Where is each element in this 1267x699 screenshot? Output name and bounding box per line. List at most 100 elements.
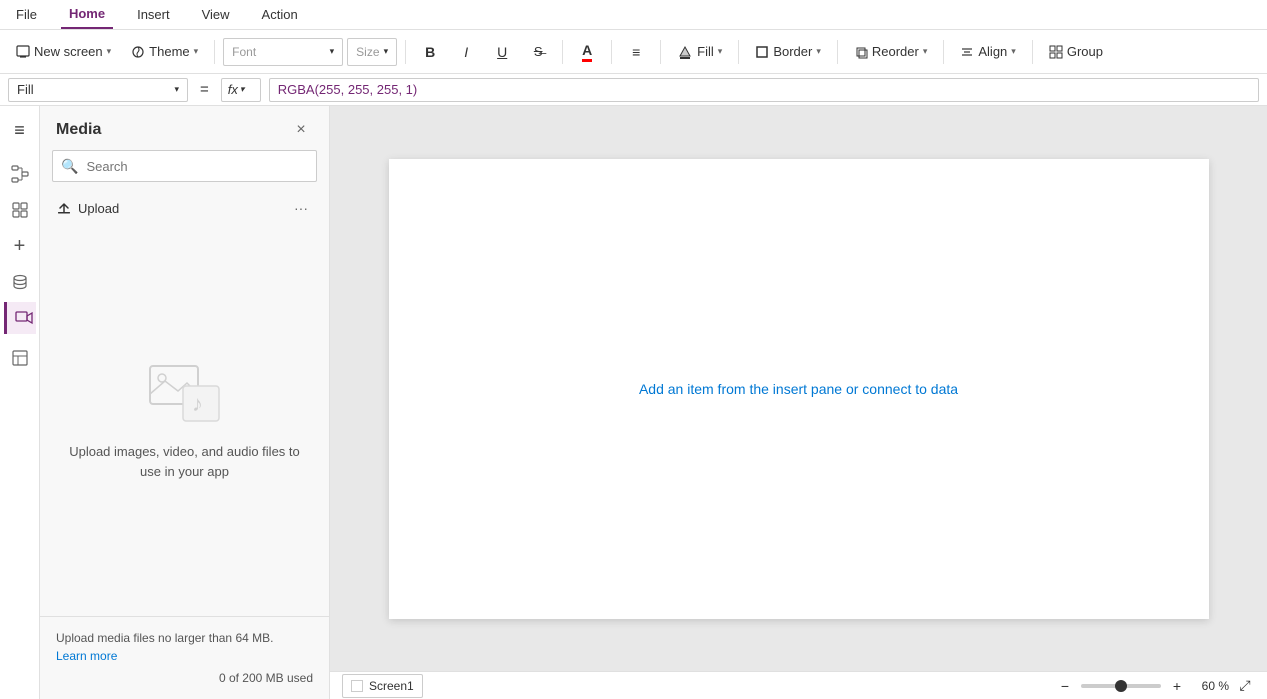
media-empty-area: ♪ Upload images, video, and audio files …: [40, 226, 329, 616]
property-selector-chevron: ▾: [174, 84, 179, 95]
reorder-chevron: ▾: [923, 46, 928, 57]
italic-button[interactable]: I: [450, 36, 482, 68]
group-button[interactable]: Group: [1041, 36, 1111, 68]
new-screen-label: New screen: [34, 44, 103, 59]
font-size-chevron: ▾: [384, 46, 389, 57]
zoom-level: 60 %: [1193, 679, 1229, 693]
new-screen-button[interactable]: New screen ▾: [8, 36, 119, 68]
toolbar-separator-9: [1032, 40, 1033, 64]
font-color-button[interactable]: A: [571, 36, 603, 68]
align-btn-chevron: ▾: [1011, 46, 1016, 57]
formula-bar: Fill ▾ = fx ▾: [0, 74, 1267, 106]
search-icon: 🔍: [61, 158, 78, 175]
reorder-button[interactable]: Reorder ▾: [846, 36, 936, 68]
menu-file[interactable]: File: [8, 0, 45, 29]
media-search-bar: 🔍: [52, 150, 317, 182]
media-panel-title: Media: [56, 121, 101, 139]
border-button[interactable]: Border ▾: [747, 36, 829, 68]
property-selector-value: Fill: [17, 82, 34, 97]
fx-label: fx: [228, 82, 238, 97]
media-empty-text: Upload images, video, and audio files to…: [60, 442, 309, 481]
font-size-value: Size: [356, 45, 379, 59]
status-bar: Screen1 − + 60 % ⤢: [330, 671, 1267, 699]
menu-home[interactable]: Home: [61, 0, 113, 29]
footer-text: Upload media files no larger than 64 MB.: [56, 631, 273, 645]
menu-insert[interactable]: Insert: [129, 0, 178, 29]
toolbar-separator-5: [660, 40, 661, 64]
more-options-button[interactable]: ···: [289, 196, 313, 220]
align-btn-label: Align: [978, 44, 1007, 59]
toolbar-separator-2: [405, 40, 406, 64]
theme-button[interactable]: Theme ▾: [123, 36, 206, 68]
underline-button[interactable]: U: [486, 36, 518, 68]
group-label: Group: [1067, 44, 1103, 59]
fill-button[interactable]: Fill ▾: [669, 36, 730, 68]
property-selector[interactable]: Fill ▾: [8, 78, 188, 102]
zoom-controls: − + 60 % ⤢: [1055, 676, 1255, 696]
canvas-frame[interactable]: Add an item from the insert pane or conn…: [389, 159, 1209, 619]
toolbar-separator-7: [837, 40, 838, 64]
toolbar-separator-8: [943, 40, 944, 64]
toolbar-separator-1: [214, 40, 215, 64]
font-family-value: Font: [232, 45, 256, 59]
media-upload-row: Upload ···: [40, 190, 329, 226]
sidebar-icon-components[interactable]: [4, 194, 36, 226]
sidebar-icon-view[interactable]: [4, 342, 36, 374]
menu-toggle-icon[interactable]: ≡: [4, 114, 36, 146]
connect-to-data-link[interactable]: connect to data: [862, 381, 958, 397]
new-screen-chevron: ▾: [107, 46, 112, 57]
zoom-out-button[interactable]: −: [1055, 676, 1075, 696]
screen-tab-icon: [351, 680, 363, 692]
border-label: Border: [773, 44, 812, 59]
equals-button[interactable]: =: [196, 81, 213, 98]
theme-chevron: ▾: [194, 46, 199, 57]
media-panel-header: Media ×: [40, 106, 329, 150]
main-area: ≡ +: [0, 106, 1267, 699]
screen-name: Screen1: [369, 679, 414, 693]
font-family-dropdown[interactable]: Font ▾: [223, 38, 343, 66]
zoom-slider[interactable]: [1081, 684, 1161, 688]
sidebar-icon-media[interactable]: [4, 302, 36, 334]
sidebar-icon-tree[interactable]: [4, 158, 36, 190]
bold-button[interactable]: B: [414, 36, 446, 68]
media-usage: 0 of 200 MB used: [56, 669, 313, 687]
toolbar: New screen ▾ Theme ▾ Font ▾ Size ▾ B I U…: [0, 30, 1267, 74]
canvas-workspace: Add an item from the insert pane or conn…: [330, 106, 1267, 671]
sidebar-icon-data[interactable]: [4, 266, 36, 298]
fill-label: Fill: [697, 44, 714, 59]
sidebar-icon-add[interactable]: +: [4, 230, 36, 262]
theme-label: Theme: [149, 44, 189, 59]
menu-action[interactable]: Action: [254, 0, 306, 29]
font-color-label: A: [582, 42, 592, 62]
fill-chevron: ▾: [718, 46, 723, 57]
media-search-input[interactable]: [86, 159, 308, 174]
canvas-placeholder-text: Add an item from the insert pane or: [639, 381, 862, 397]
font-family-chevron: ▾: [330, 46, 335, 57]
media-panel: Media × 🔍 Upload ···: [40, 106, 330, 699]
upload-button[interactable]: Upload: [56, 200, 119, 216]
canvas-area: Add an item from the insert pane or conn…: [330, 106, 1267, 699]
font-size-dropdown[interactable]: Size ▾: [347, 38, 397, 66]
expand-button[interactable]: ⤢: [1235, 676, 1255, 696]
border-chevron: ▾: [816, 46, 821, 57]
media-panel-close-button[interactable]: ×: [289, 118, 313, 142]
canvas-placeholder: Add an item from the insert pane or conn…: [639, 381, 958, 397]
align-text-button[interactable]: ≡: [620, 36, 652, 68]
sidebar-icons: ≡ +: [0, 106, 40, 699]
media-empty-icon: ♪: [145, 361, 225, 426]
zoom-slider-thumb: [1115, 680, 1127, 692]
learn-more-link[interactable]: Learn more: [56, 649, 117, 663]
toolbar-separator-3: [562, 40, 563, 64]
media-footer: Upload media files no larger than 64 MB.…: [40, 616, 329, 699]
menu-view[interactable]: View: [194, 0, 238, 29]
zoom-in-button[interactable]: +: [1167, 676, 1187, 696]
reorder-label: Reorder: [872, 44, 919, 59]
formula-input[interactable]: [269, 78, 1259, 102]
align-button[interactable]: Align ▾: [952, 36, 1023, 68]
upload-label: Upload: [78, 201, 119, 216]
screen-tab[interactable]: Screen1: [342, 674, 423, 698]
svg-text:♪: ♪: [192, 391, 203, 416]
toolbar-separator-6: [738, 40, 739, 64]
fx-button[interactable]: fx ▾: [221, 78, 261, 102]
strikethrough-button[interactable]: S̶: [522, 36, 554, 68]
